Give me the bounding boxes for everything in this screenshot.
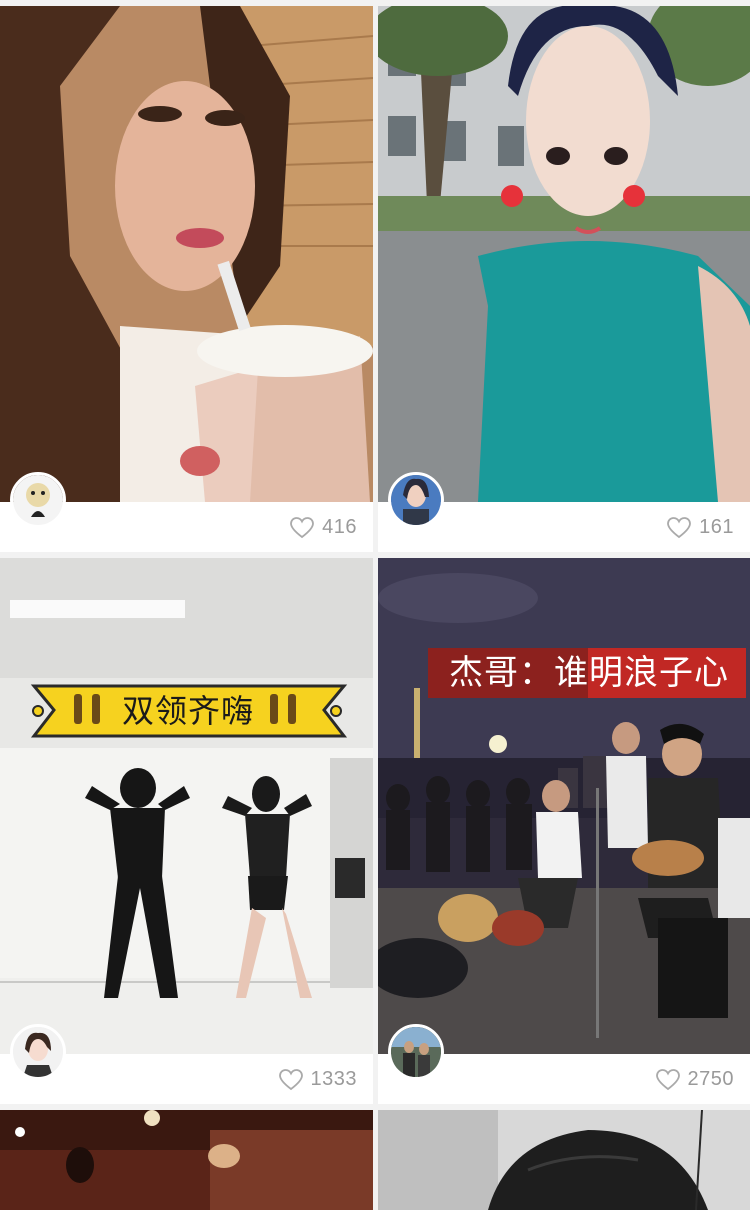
- like-count-value: 1333: [310, 1068, 357, 1090]
- thumbnail-image: [378, 6, 750, 502]
- like-count-value: 2750: [687, 1068, 734, 1090]
- video-thumbnail[interactable]: [0, 6, 373, 502]
- like-count-value: 161: [699, 516, 734, 538]
- thumbnail-image: [378, 1110, 750, 1210]
- like-count[interactable]: 416: [290, 516, 357, 539]
- video-thumbnail[interactable]: 杰哥：谁明浪子心: [378, 558, 750, 1054]
- avatar-image: [13, 475, 63, 525]
- avatar[interactable]: [10, 1024, 66, 1080]
- video-caption: 杰哥：谁明浪子心: [449, 653, 729, 693]
- like-count[interactable]: 1333: [278, 1068, 358, 1091]
- avatar[interactable]: [388, 1024, 444, 1080]
- video-thumbnail[interactable]: 双领齐嗨: [0, 558, 373, 1054]
- thumbnail-image: [0, 558, 373, 1054]
- avatar-image: [391, 1027, 441, 1077]
- card-footer: 416: [0, 472, 373, 552]
- avatar-image: [391, 475, 441, 525]
- like-count[interactable]: 161: [667, 516, 734, 539]
- card-footer: 1333: [0, 1024, 373, 1104]
- thumbnail-image: [0, 6, 373, 502]
- thumbnail-image: [378, 558, 750, 1054]
- video-card-1[interactable]: 416: [0, 6, 373, 552]
- like-count[interactable]: 2750: [655, 1068, 735, 1091]
- video-caption: 双领齐嗨: [121, 692, 254, 730]
- video-card-4[interactable]: 杰哥：谁明浪子心 2750: [378, 558, 750, 1104]
- card-footer: 2750: [378, 1024, 750, 1104]
- heart-outline-icon: [290, 516, 315, 538]
- video-card-2[interactable]: 161: [378, 6, 750, 552]
- heart-outline-icon: [655, 1068, 680, 1090]
- avatar[interactable]: [10, 472, 66, 528]
- video-card-5[interactable]: [0, 1110, 373, 1210]
- heart-outline-icon: [278, 1068, 303, 1090]
- thumbnail-image: [0, 1110, 373, 1210]
- video-card-3[interactable]: 双领齐嗨 1333: [0, 558, 373, 1104]
- video-thumbnail[interactable]: [378, 1110, 750, 1210]
- like-count-value: 416: [322, 516, 357, 538]
- heart-outline-icon: [667, 516, 692, 538]
- avatar[interactable]: [388, 472, 444, 528]
- card-footer: 161: [378, 472, 750, 552]
- avatar-image: [13, 1027, 63, 1077]
- video-thumbnail[interactable]: [378, 6, 750, 502]
- video-card-6[interactable]: [378, 1110, 750, 1210]
- video-thumbnail[interactable]: [0, 1110, 373, 1210]
